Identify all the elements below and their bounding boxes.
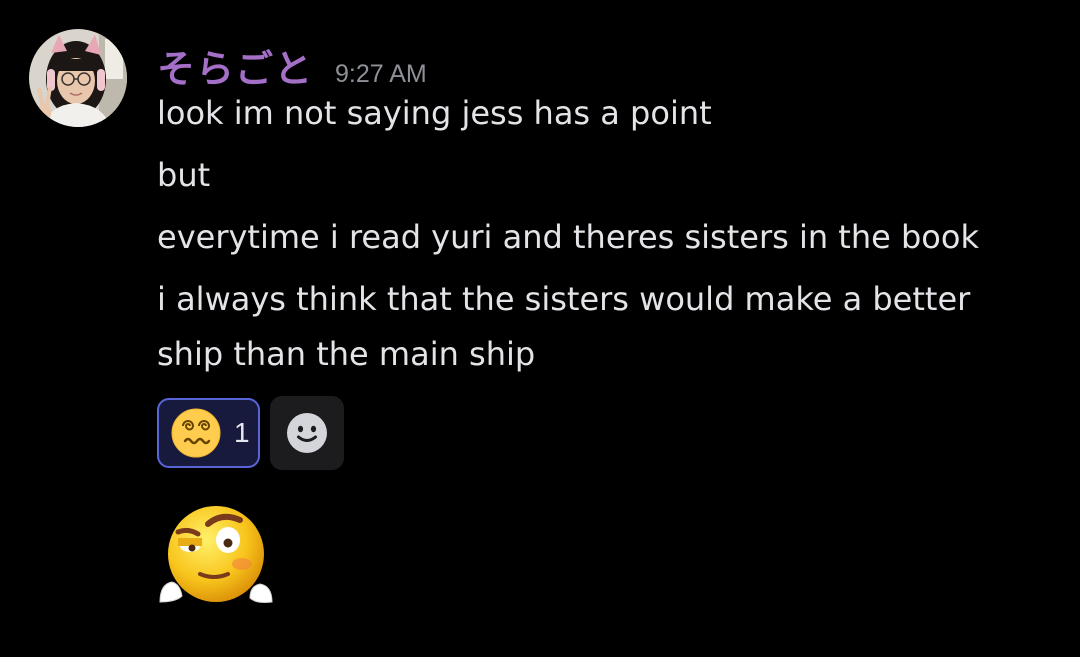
- dizzy-face-icon: [171, 408, 221, 458]
- user-avatar[interactable]: [29, 29, 127, 127]
- eyebrow-raised-emoji-sticker: [159, 506, 273, 603]
- sticker-message[interactable]: [156, 506, 276, 606]
- message-line-4: i always think that the sisters would ma…: [157, 280, 971, 318]
- message-line-5: ship than the main ship: [157, 335, 536, 373]
- timestamp: 9:27 AM: [335, 60, 427, 88]
- smiley-face-icon: [287, 413, 327, 453]
- username[interactable]: そらごと: [157, 38, 313, 93]
- message-line-1: look im not saying jess has a point: [157, 94, 712, 132]
- message-header: そらごと 9:27 AM: [157, 38, 427, 91]
- avatar-photo: [29, 29, 127, 127]
- reaction-dizzy-face[interactable]: 1: [157, 398, 260, 468]
- add-reaction-button[interactable]: [270, 396, 344, 470]
- reaction-count: 1: [234, 417, 250, 448]
- reactions-bar: 1: [157, 396, 344, 470]
- message-line-2: but: [157, 156, 211, 194]
- message-line-3: everytime i read yuri and theres sisters…: [157, 218, 979, 256]
- chat-message: そらごと 9:27 AM look im not saying jess has…: [0, 0, 1080, 657]
